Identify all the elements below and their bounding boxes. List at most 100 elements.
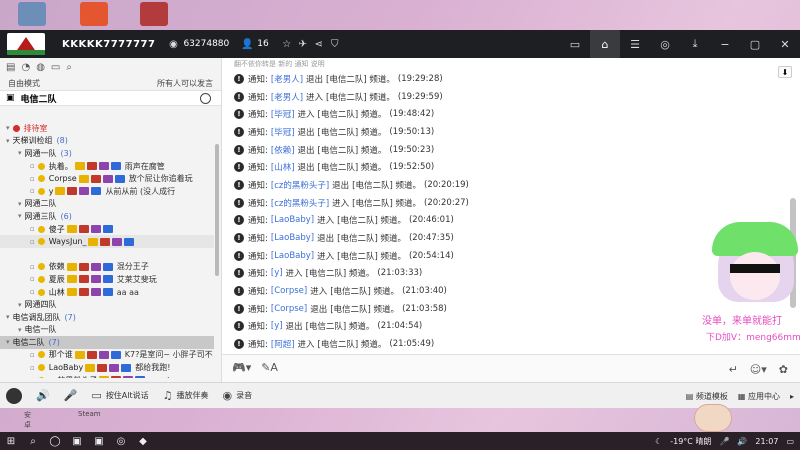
- template-button[interactable]: ▤ 频道模板: [686, 391, 728, 402]
- info-icon: !: [234, 162, 244, 173]
- avatar-status[interactable]: [6, 387, 22, 404]
- message-user[interactable]: [y]: [271, 268, 283, 278]
- taskbar-app-4[interactable]: ◆: [132, 432, 154, 450]
- shield-icon[interactable]: ⛉: [329, 38, 341, 50]
- user-tag-icon: [66, 225, 77, 234]
- channel-row[interactable]: ▾ 排待室: [0, 122, 214, 135]
- taskbar-app-2[interactable]: ▣: [88, 432, 110, 450]
- user-row[interactable]: ▫ 执着。 雨声在腐管: [0, 160, 214, 173]
- windows-start-icon[interactable]: ⊞: [0, 432, 22, 450]
- channel-row[interactable]: ▾ 电信二队 (7): [0, 336, 214, 349]
- left-scrollbar[interactable]: [215, 144, 219, 276]
- record-button[interactable]: ◉ 录音: [223, 389, 253, 402]
- user-row[interactable]: ▫ 夏辰 艾莱艾斐玩: [0, 273, 214, 286]
- message-user[interactable]: [Corpse]: [271, 304, 307, 314]
- message-user[interactable]: [LaoBaby]: [271, 251, 314, 261]
- user-row[interactable]: ▫ 傻子: [0, 223, 214, 236]
- channel-icon[interactable]: ▤: [6, 62, 15, 73]
- user-tag-icon: [111, 376, 122, 378]
- taskbar-app-3[interactable]: ◎: [110, 432, 132, 450]
- message-user[interactable]: [y]: [271, 321, 283, 331]
- row-count: (7): [48, 337, 60, 347]
- desktop-icon-2[interactable]: [80, 2, 108, 26]
- record-icon: ◉: [222, 389, 233, 402]
- play-accompaniment-button[interactable]: ♫ 播放伴奏: [163, 389, 209, 402]
- user-row[interactable]: ▫ LaoBaby 都给我跑!: [0, 361, 214, 374]
- star-icon[interactable]: ☆: [281, 38, 293, 50]
- message-user[interactable]: [毕冠]: [271, 108, 295, 120]
- emoji-icon[interactable]: ☺▾: [750, 363, 767, 376]
- channel-row[interactable]: ▾ 网通三队 (6): [0, 210, 214, 223]
- maximize-icon[interactable]: ▢: [740, 30, 770, 58]
- text-format-icon[interactable]: ✎A: [261, 361, 278, 374]
- user-row[interactable]: ▫ 山林 aa aa: [0, 286, 214, 299]
- message-user[interactable]: [阿超]: [271, 338, 295, 350]
- user-row[interactable]: ▫ cz的黑粉头子 zzwd: [0, 374, 214, 378]
- taskbar-app-1[interactable]: ▣: [66, 432, 88, 450]
- speaker-tray-icon[interactable]: 🔊: [737, 437, 747, 446]
- user-row[interactable]: ▫ Corpse 放个屁让你追着玩: [0, 172, 214, 185]
- close-icon[interactable]: ✕: [770, 30, 800, 58]
- message-user[interactable]: [毕冠]: [271, 126, 295, 138]
- more-icon[interactable]: ▸: [790, 392, 794, 401]
- video-icon[interactable]: ▭: [560, 30, 590, 58]
- search-taskbar-icon[interactable]: ⌕: [22, 432, 44, 450]
- ptt-button[interactable]: ▭ 按住Alt说话: [91, 389, 148, 402]
- user-row[interactable]: ▫ 依赖 混分王子: [0, 261, 214, 274]
- user-row[interactable]: ▫ y 从前从前 (没人成行: [0, 185, 214, 198]
- message-user[interactable]: [cz的黑粉头子]: [271, 179, 329, 191]
- gamepad-input-icon[interactable]: 🎮▾: [232, 361, 251, 374]
- eye-icon[interactable]: [200, 92, 211, 104]
- message-user[interactable]: [LaoBaby]: [271, 233, 314, 243]
- channel-row[interactable]: ▾ 网通四队: [0, 298, 214, 311]
- weather-text[interactable]: -19°C 晴朗: [670, 436, 711, 447]
- notification-icon[interactable]: ▭: [786, 437, 794, 446]
- plane-icon[interactable]: ✈: [297, 38, 309, 50]
- message-user[interactable]: [cz的黑粉头子]: [271, 197, 329, 209]
- channel-row[interactable]: [0, 248, 214, 261]
- channel-row[interactable]: ▾ 电信调乱团队 (7): [0, 311, 214, 324]
- clock[interactable]: 21:07: [755, 437, 778, 446]
- message-user[interactable]: [LaoBaby]: [271, 215, 314, 225]
- user-row[interactable]: ▫ 那个谁 K7?是室问~ 小胖子司不: [0, 349, 214, 362]
- mail-icon[interactable]: ▭: [51, 62, 60, 73]
- mic-tray-icon[interactable]: 🎤: [719, 437, 729, 446]
- channel-row[interactable]: ▾ 天梯训检组 (8): [0, 135, 214, 148]
- message-user[interactable]: [依赖]: [271, 144, 295, 156]
- chat-icon[interactable]: ◔: [21, 62, 30, 73]
- enter-icon[interactable]: ↵: [729, 363, 738, 376]
- message-user[interactable]: [山林]: [271, 161, 295, 173]
- message-action: 进入: [317, 216, 335, 227]
- user-tag-icon: [74, 162, 85, 171]
- channel-row[interactable]: ▾ 电信一队: [0, 324, 214, 337]
- desktop-icon-3[interactable]: [140, 2, 168, 26]
- home-icon[interactable]: ⌂: [590, 30, 620, 58]
- input-area[interactable]: 🎮▾ ✎A ↵ ☺▾ ✿: [222, 354, 800, 382]
- channel-header[interactable]: ▣ 电信二队: [0, 90, 221, 106]
- minimize-icon[interactable]: −: [710, 30, 740, 58]
- user-row[interactable]: ▫ WaysJun_: [0, 235, 214, 248]
- channel-row[interactable]: ▾ 网通一队 (3): [0, 147, 214, 160]
- search-icon[interactable]: ⌕: [66, 62, 72, 73]
- floating-avatar[interactable]: [694, 404, 732, 432]
- speaker-button[interactable]: 🔊: [36, 389, 50, 402]
- mode-dropdown[interactable]: 自由模式: [8, 78, 40, 89]
- overlay-text-2: 下D加V：meng66mm: [706, 333, 800, 343]
- info-icon: !: [234, 197, 244, 208]
- scroll-to-bottom-button[interactable]: ⬇: [778, 66, 792, 78]
- message-user[interactable]: [老男人]: [271, 91, 303, 103]
- gamepad-icon[interactable]: ◎: [650, 30, 680, 58]
- list-icon[interactable]: ☰: [620, 30, 650, 58]
- task-view-icon[interactable]: ◯: [44, 432, 66, 450]
- download-icon[interactable]: ⤓: [680, 30, 710, 58]
- status-avatar-icon: [6, 387, 22, 404]
- mic-button[interactable]: 🎤: [64, 389, 78, 402]
- message-user[interactable]: [Corpse]: [271, 286, 307, 296]
- app-center-button[interactable]: ▦ 应用中心: [738, 391, 780, 402]
- location-icon[interactable]: ◍: [36, 62, 45, 73]
- flower-icon[interactable]: ✿: [779, 363, 788, 376]
- share-icon[interactable]: ⋖: [313, 38, 325, 50]
- desktop-icon-1[interactable]: [18, 2, 46, 26]
- message-user[interactable]: [老男人]: [271, 73, 303, 85]
- channel-row[interactable]: ▾ 网通二队: [0, 198, 214, 211]
